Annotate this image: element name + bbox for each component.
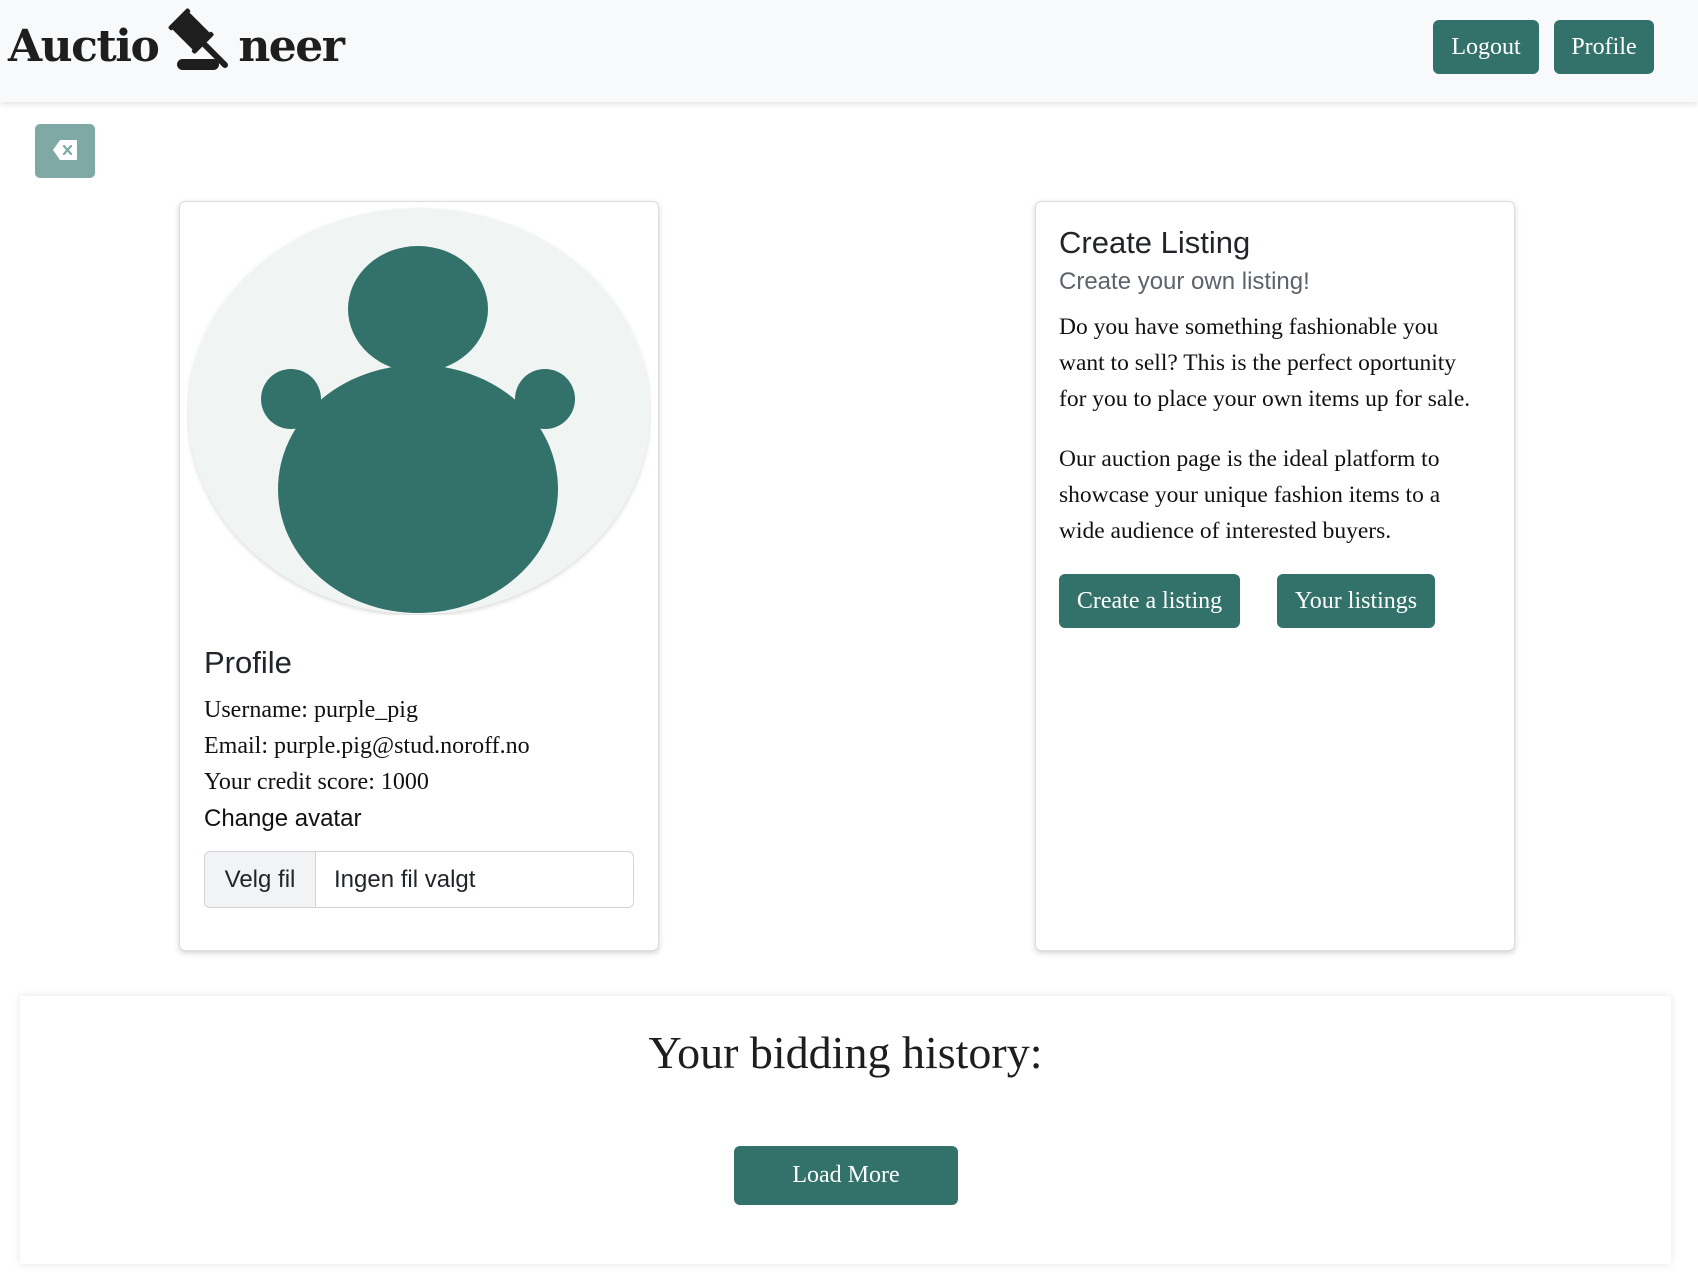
create-listing-card: Create Listing Create your own listing! … [1035, 201, 1515, 951]
bidding-history-section: Your bidding history: Load More [20, 996, 1671, 1264]
choose-file-button[interactable]: Velg fil [205, 852, 316, 907]
profile-title: Profile [204, 645, 292, 680]
logout-button[interactable]: Logout [1433, 20, 1539, 74]
listing-title: Create Listing [1059, 225, 1251, 260]
listing-paragraph-1: Do you have something fashionable you wa… [1059, 314, 1471, 412]
logo-text-right: neer [238, 20, 345, 72]
logo[interactable]: Auctio neer [8, 6, 345, 86]
logo-text-left: Auctio [8, 20, 160, 72]
profile-card: Profile Username: purple_pig Email: purp… [179, 201, 659, 951]
your-listings-button[interactable]: Your listings [1277, 574, 1435, 628]
profile-button[interactable]: Profile [1554, 20, 1654, 74]
create-listing-button[interactable]: Create a listing [1059, 574, 1240, 628]
change-avatar-label: Change avatar [204, 805, 362, 832]
avatar-file-input[interactable]: Velg fil Ingen fil valgt [204, 851, 634, 908]
credit-score-text: Your credit score: 1000 [204, 769, 429, 795]
bidding-history-title: Your bidding history: [648, 1027, 1043, 1078]
listing-subtitle: Create your own listing! [1059, 268, 1310, 295]
navbar: Auctio neer Logout Profile [0, 0, 1698, 102]
default-avatar-icon [188, 208, 650, 614]
load-more-button[interactable]: Load More [734, 1146, 958, 1205]
username-text: Username: purple_pig [204, 697, 418, 723]
gavel-icon [166, 6, 232, 86]
avatar[interactable] [187, 207, 651, 615]
backspace-icon [52, 139, 78, 164]
file-status-text: Ingen fil valgt [334, 865, 476, 893]
email-text: Email: purple.pig@stud.noroff.no [204, 733, 530, 759]
listing-paragraph-2: Our auction page is the ideal platform t… [1059, 446, 1441, 544]
back-button[interactable] [35, 124, 95, 178]
